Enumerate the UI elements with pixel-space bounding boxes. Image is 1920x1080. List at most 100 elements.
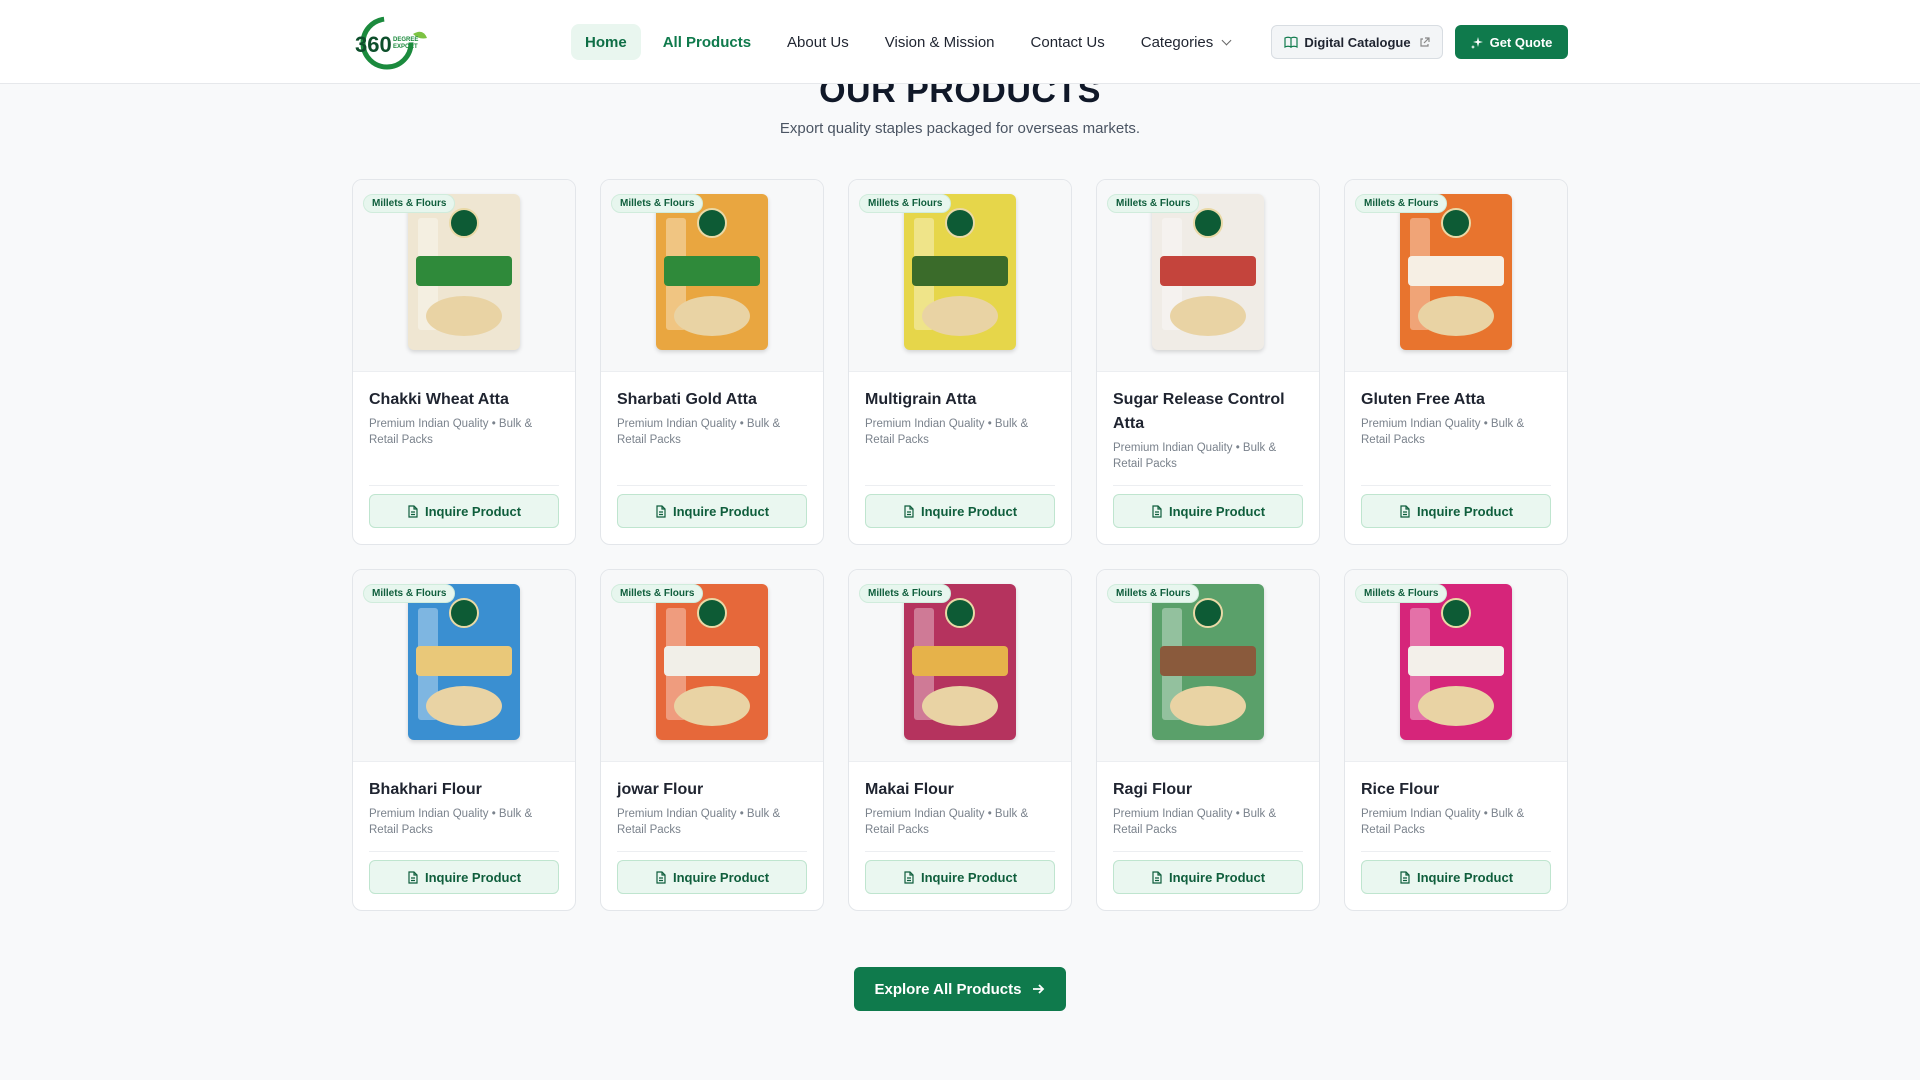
package-brand-seal [449,208,479,238]
nav-about-us[interactable]: About Us [773,24,863,60]
product-name[interactable]: Bhakhari Flour [369,778,559,802]
product-card[interactable]: Millets & Flours Sharbati Gold Atta Premiu… [600,179,824,545]
package-food-illustration [674,296,750,336]
inquire-product-button[interactable]: Inquire Product [1361,494,1551,528]
explore-all-products-label: Explore All Products [874,980,1022,998]
product-card[interactable]: Millets & Flours Rice Flour Premium Indian… [1344,569,1568,911]
product-name[interactable]: Sugar Release Control Atta [1113,388,1303,436]
product-package-image [656,194,768,350]
product-image[interactable]: Millets & Flours [353,570,575,762]
product-image[interactable]: Millets & Flours [601,570,823,762]
arrow-right-icon [1031,982,1045,996]
inquire-product-button[interactable]: Inquire Product [1113,494,1303,528]
product-package-image [1400,584,1512,740]
inquire-product-button[interactable]: Inquire Product [1361,860,1551,894]
product-description: Premium Indian Quality • Bulk & Retail P… [1361,808,1525,836]
nav-vision-mission[interactable]: Vision & Mission [871,24,1009,60]
product-name[interactable]: Makai Flour [865,778,1055,802]
category-tag: Millets & Flours [1355,194,1448,213]
product-name[interactable]: jowar Flour [617,778,807,802]
product-description: Premium Indian Quality • Bulk & Retail P… [369,808,533,836]
package-food-illustration [922,686,998,726]
explore-all-products-button[interactable]: Explore All Products [854,967,1066,1011]
product-image[interactable]: Millets & Flours [849,570,1071,762]
package-food-illustration [1170,686,1246,726]
inquire-product-label: Inquire Product [1416,869,1514,885]
product-name[interactable]: Sharbati Gold Atta [617,388,807,412]
product-image[interactable]: Millets & Flours [1097,180,1319,372]
package-food-illustration [1170,296,1246,336]
nav-categories-dropdown[interactable]: Categories [1127,24,1245,60]
document-icon [655,504,667,518]
card-body: Ragi Flour Premium Indian Quality • Bulk … [1097,762,1319,910]
digital-catalogue-button[interactable]: Digital Catalogue [1271,25,1443,59]
product-image[interactable]: Millets & Flours [1097,570,1319,762]
package-label-band [664,256,760,286]
package-label-band [1408,646,1504,676]
document-icon [407,870,419,884]
product-card[interactable]: Millets & Flours Ragi Flour Premium Indian… [1096,569,1320,911]
package-label-band [664,646,760,676]
product-card[interactable]: Millets & Flours Sugar Release Control At… [1096,179,1320,545]
digital-catalogue-label: Digital Catalogue [1304,34,1411,50]
product-image[interactable]: Millets & Flours [353,180,575,372]
inquire-product-button[interactable]: Inquire Product [617,494,807,528]
inquire-product-button[interactable]: Inquire Product [369,494,559,528]
product-grid: Millets & Flours Chakki Wheat Atta Premium… [352,179,1568,911]
nav-contact-us[interactable]: Contact Us [1017,24,1119,60]
inquire-product-button[interactable]: Inquire Product [1113,860,1303,894]
inquire-product-button[interactable]: Inquire Product [369,860,559,894]
document-icon [407,504,419,518]
package-brand-seal [1193,598,1223,628]
section-subtitle: Export quality staples packaged for over… [779,120,1141,137]
category-tag: Millets & Flours [1107,194,1200,213]
product-image[interactable]: Millets & Flours [601,180,823,372]
inquire-product-label: Inquire Product [672,869,770,885]
nav-categories-label: Categories [1140,33,1214,51]
category-tag: Millets & Flours [363,194,456,213]
inquire-product-button[interactable]: Inquire Product [865,494,1055,528]
card-footer: Inquire Product [369,851,559,910]
package-food-illustration [922,296,998,336]
document-icon [655,870,667,884]
brand-logo[interactable]: 360 DEGREE EXPORT [355,14,439,72]
svg-text:DEGREE: DEGREE [393,37,418,43]
product-description: Premium Indian Quality • Bulk & Retail P… [865,418,1029,446]
get-quote-label: Get Quote [1489,34,1553,50]
card-footer: Inquire Product [1361,485,1551,544]
nav-all-products[interactable]: All Products [649,24,765,60]
product-card[interactable]: Millets & Flours Multigrain Atta Premium I… [848,179,1072,545]
card-body: Sugar Release Control Atta Premium Indian… [1097,372,1319,544]
document-icon [1151,870,1163,884]
card-footer: Inquire Product [1113,851,1303,910]
inquire-product-button[interactable]: Inquire Product [865,860,1055,894]
product-card[interactable]: Millets & Flours jowar Flour Premium India… [600,569,824,911]
product-description: Premium Indian Quality • Bulk & Retail P… [617,808,781,836]
category-tag: Millets & Flours [611,194,704,213]
card-body: Gluten Free Atta Premium Indian Quality •… [1345,372,1567,544]
package-brand-seal [1193,208,1223,238]
product-image[interactable]: Millets & Flours [849,180,1071,372]
package-food-illustration [1418,686,1494,726]
product-name[interactable]: Multigrain Atta [865,388,1055,412]
package-label-band [912,256,1008,286]
product-card[interactable]: Millets & Flours Makai Flour Premium India… [848,569,1072,911]
inquire-product-button[interactable]: Inquire Product [617,860,807,894]
document-icon [903,504,915,518]
nav-home[interactable]: Home [571,24,641,60]
product-name[interactable]: Gluten Free Atta [1361,388,1551,412]
product-image[interactable]: Millets & Flours [1345,570,1567,762]
get-quote-button[interactable]: Get Quote [1455,25,1568,59]
product-image[interactable]: Millets & Flours [1345,180,1567,372]
product-name[interactable]: Ragi Flour [1113,778,1303,802]
inquire-product-label: Inquire Product [920,869,1018,885]
product-card[interactable]: Millets & Flours Chakki Wheat Atta Premium… [352,179,576,545]
product-name[interactable]: Rice Flour [1361,778,1551,802]
product-name[interactable]: Chakki Wheat Atta [369,388,559,412]
product-card[interactable]: Millets & Flours Gluten Free Atta Premium … [1344,179,1568,545]
category-tag: Millets & Flours [859,584,952,603]
package-brand-seal [945,208,975,238]
product-description: Premium Indian Quality • Bulk & Retail P… [369,418,533,446]
package-label-band [1160,646,1256,676]
product-card[interactable]: Millets & Flours Bhakhari Flour Premium In… [352,569,576,911]
